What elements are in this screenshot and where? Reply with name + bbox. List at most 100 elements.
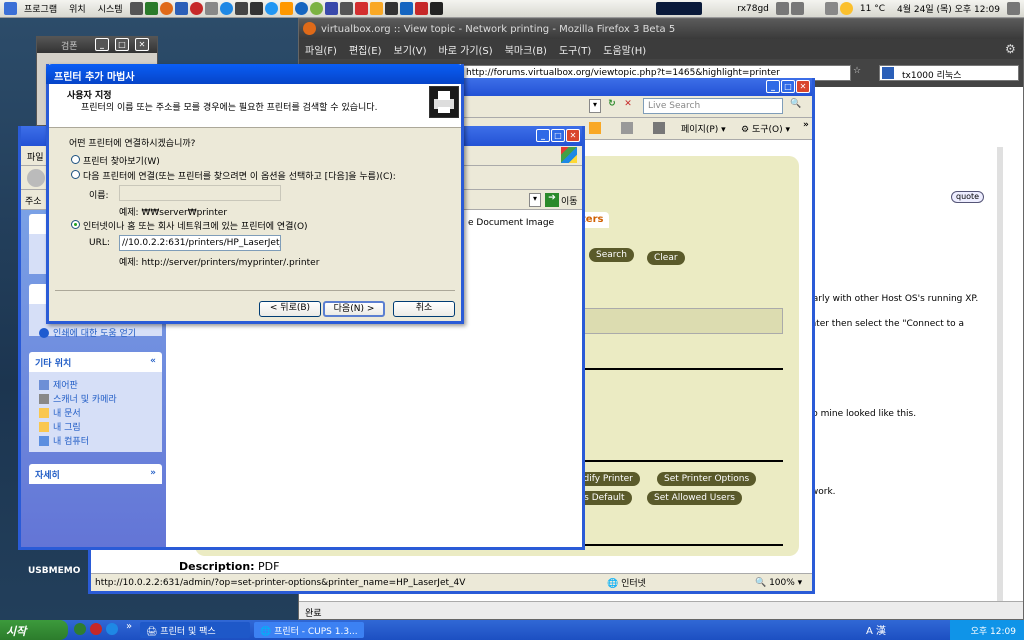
writer-icon[interactable] xyxy=(399,2,413,15)
sound-icon[interactable] xyxy=(414,2,428,15)
quote-button[interactable]: quote xyxy=(951,191,985,203)
ie-page-menu[interactable]: 페이지(P) ▾ xyxy=(681,122,726,135)
chart-icon[interactable] xyxy=(144,2,158,15)
panel-menu-places[interactable]: 위치 xyxy=(63,2,92,15)
gear-icon[interactable]: ⚙ xyxy=(1005,42,1019,56)
option-url-label[interactable]: 인터넷이나 홈 또는 회사 네트워크에 있는 프린터에 연결(O) xyxy=(83,219,308,232)
ff-menu-file[interactable]: 파일(F) xyxy=(299,42,343,57)
keyboard-icon[interactable] xyxy=(775,2,789,15)
radio-browse-printer[interactable] xyxy=(71,155,80,164)
ff-menu-edit[interactable]: 편집(E) xyxy=(343,42,388,57)
firefox-search-box[interactable]: tx1000 리눅스 xyxy=(879,65,1019,81)
ff-menu-history[interactable]: 바로 가기(S) xyxy=(433,42,499,57)
panel-menu-applications[interactable]: 프로그램 xyxy=(18,2,63,15)
gnome-foot-icon[interactable] xyxy=(4,2,17,15)
ie-search-input[interactable]: Live Search xyxy=(643,98,783,114)
ie-close-button[interactable]: ✕ xyxy=(796,80,810,93)
ie-dropdown-icon[interactable]: ▾ xyxy=(589,99,601,113)
virtualbox-icon[interactable] xyxy=(324,2,338,15)
mail-icon[interactable] xyxy=(174,2,188,15)
record-icon[interactable] xyxy=(189,2,203,15)
ff-menu-view[interactable]: 보기(V) xyxy=(388,42,433,57)
music-icon[interactable] xyxy=(204,2,218,15)
ie-quicklaunch-icon[interactable] xyxy=(106,623,118,635)
printer-name-field[interactable] xyxy=(119,185,281,201)
radio-connect-printer[interactable] xyxy=(71,170,80,179)
ie-minimize-button[interactable]: _ xyxy=(766,80,780,93)
option-connect-label[interactable]: 다음 프린터에 연결(또는 프린터를 찾으려면 이 옵션을 선택하고 [다음]을… xyxy=(83,169,396,182)
refresh-icon[interactable]: ↻ xyxy=(605,99,619,113)
details-header[interactable]: 자세히» xyxy=(29,464,162,484)
document-image-item[interactable]: e Document Image xyxy=(468,218,554,228)
desktop-icon-label[interactable]: USBMEMO xyxy=(28,566,80,576)
camera-icon[interactable] xyxy=(339,2,353,15)
small-close-button[interactable]: ✕ xyxy=(135,38,149,51)
other-places-header[interactable]: 기타 위치 « xyxy=(29,352,162,372)
start-button[interactable]: 시작 xyxy=(0,620,68,640)
ff-menu-help[interactable]: 도움말(H) xyxy=(597,42,652,57)
search-button[interactable]: Search xyxy=(589,248,634,262)
set-printer-options-button[interactable]: Set Printer Options xyxy=(657,472,757,486)
skull-icon[interactable] xyxy=(429,2,443,15)
printer-url-field[interactable]: //10.0.2.2:631/printers/HP_LaserJet_4V xyxy=(119,235,281,251)
folder-icon[interactable] xyxy=(369,2,383,15)
set-allowed-users-button[interactable]: Set Allowed Users xyxy=(647,491,742,505)
star-icon[interactable]: ☆ xyxy=(853,66,865,80)
ie-zoom[interactable]: 🔍 100% ▾ xyxy=(755,578,802,588)
go-label[interactable]: 이동 xyxy=(561,194,578,207)
my-pictures-link[interactable]: 내 그림 xyxy=(39,420,81,433)
explorer-close-button[interactable]: ✕ xyxy=(566,129,580,142)
task-printers-faxes[interactable]: 🖨 프린터 및 팩스 xyxy=(140,622,250,638)
address-dropdown-icon[interactable]: ▾ xyxy=(529,193,541,207)
app-icon[interactable] xyxy=(249,2,263,15)
java-icon[interactable] xyxy=(279,2,293,15)
stop-icon[interactable]: ✕ xyxy=(621,99,635,113)
tray-clock[interactable]: 오후 12:09 xyxy=(971,624,1016,637)
cancel-button[interactable]: 취소 xyxy=(393,301,455,317)
ff-scrollbar[interactable] xyxy=(997,147,1003,619)
print-icon[interactable] xyxy=(653,122,665,134)
network-status-icon[interactable] xyxy=(824,2,838,15)
search-icon[interactable]: 🔍 xyxy=(786,99,806,113)
ff-menu-bookmarks[interactable]: 북마크(B) xyxy=(499,42,553,57)
explorer-minimize-button[interactable]: _ xyxy=(536,129,550,142)
feeds-icon[interactable] xyxy=(621,122,633,134)
volume-icon[interactable] xyxy=(790,2,804,15)
pdf-icon[interactable] xyxy=(354,2,368,15)
control-panel-link[interactable]: 제어판 xyxy=(39,378,78,391)
back-icon[interactable] xyxy=(27,169,45,187)
task-cups-ie[interactable]: 🌐 프린터 - CUPS 1.3... xyxy=(254,622,364,638)
scanners-cameras-link[interactable]: 스캐너 및 카메라 xyxy=(39,392,117,405)
network-icon[interactable] xyxy=(294,2,308,15)
panel-menu-system[interactable]: 시스템 xyxy=(92,2,129,15)
globe-icon[interactable] xyxy=(309,2,323,15)
my-computer-link[interactable]: 내 컴퓨터 xyxy=(39,434,89,447)
power-icon[interactable] xyxy=(1007,2,1020,15)
browser-icon[interactable] xyxy=(219,2,233,15)
small-maximize-button[interactable]: □ xyxy=(115,38,129,51)
chat-icon[interactable] xyxy=(384,2,398,15)
ime-indicator[interactable]: A 漢 xyxy=(866,622,886,637)
chevron-right-icon[interactable]: » xyxy=(126,621,132,632)
chevron-right-icon[interactable]: » xyxy=(803,120,809,130)
small-minimize-button[interactable]: _ xyxy=(95,38,109,51)
home-icon[interactable] xyxy=(589,122,601,134)
terminal-icon[interactable] xyxy=(129,2,143,15)
quicklaunch-icon[interactable] xyxy=(90,623,102,635)
weather-temperature[interactable]: 11 °C xyxy=(854,4,891,14)
ie-tools-menu[interactable]: ⚙ 도구(O) ▾ xyxy=(741,122,790,135)
next-button[interactable]: 다음(N) > xyxy=(323,301,385,317)
my-documents-link[interactable]: 내 문서 xyxy=(39,406,81,419)
ie-maximize-button[interactable]: □ xyxy=(781,80,795,93)
explorer-maximize-button[interactable]: □ xyxy=(551,129,565,142)
radio-connect-url[interactable] xyxy=(71,220,80,229)
panel-username[interactable]: rx78gd xyxy=(731,4,775,14)
back-button[interactable]: < 뒤로(B) xyxy=(259,301,321,317)
firefox-icon[interactable] xyxy=(159,2,173,15)
go-arrow-icon[interactable]: ➔ xyxy=(545,193,559,207)
quicklaunch-icon[interactable] xyxy=(74,623,86,635)
explorer-menu-file[interactable]: 파일 xyxy=(27,150,44,163)
disc-icon[interactable] xyxy=(264,2,278,15)
package-icon[interactable] xyxy=(234,2,248,15)
clear-button[interactable]: Clear xyxy=(647,251,685,265)
